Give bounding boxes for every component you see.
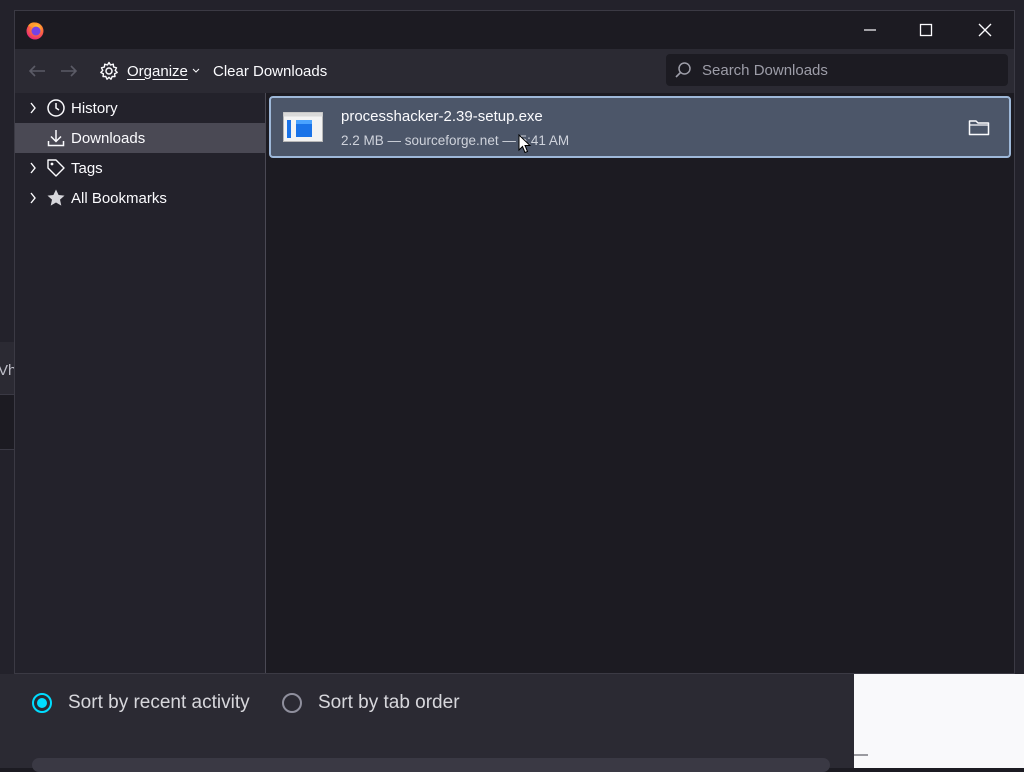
search-input[interactable] bbox=[700, 60, 1004, 80]
library-window: Organize Clear Downloads History Downloa… bbox=[14, 10, 1015, 674]
folder-icon bbox=[968, 120, 990, 136]
library-sidebar: History Downloads Tags All Bookmarks bbox=[15, 93, 266, 673]
panel-mark bbox=[854, 754, 868, 756]
search-box[interactable] bbox=[666, 54, 1008, 86]
tab-sort-panel: Sort by recent activity Sort by tab orde… bbox=[0, 674, 854, 768]
sidebar-item-label: Tags bbox=[71, 159, 103, 177]
sidebar-item-label: Downloads bbox=[71, 129, 146, 147]
download-filename: processhacker-2.39-setup.exe bbox=[341, 108, 543, 125]
sidebar-item-label: History bbox=[71, 99, 118, 117]
chevron-right-icon[interactable] bbox=[25, 102, 41, 114]
sidebar-item-history[interactable]: History bbox=[15, 93, 265, 123]
firefox-logo-icon bbox=[26, 22, 44, 40]
download-icon bbox=[45, 127, 67, 149]
sort-recent-label: Sort by recent activity bbox=[68, 692, 250, 713]
chevron-down-icon bbox=[192, 68, 200, 73]
chevron-right-icon[interactable] bbox=[25, 162, 41, 174]
background-white-panel bbox=[854, 674, 1024, 768]
gear-icon bbox=[100, 61, 118, 80]
sidebar-item-tags[interactable]: Tags bbox=[15, 153, 265, 183]
search-icon bbox=[675, 62, 691, 78]
mouse-cursor-icon bbox=[518, 134, 532, 154]
clear-downloads-button[interactable]: Clear Downloads bbox=[213, 57, 327, 85]
clear-downloads-label: Clear Downloads bbox=[213, 62, 328, 80]
download-meta: 2.2 MB — sourceforge.net — 5:41 AM bbox=[341, 133, 570, 148]
back-button[interactable] bbox=[24, 59, 50, 83]
sidebar-item-all-bookmarks[interactable]: All Bookmarks bbox=[15, 183, 265, 213]
back-arrow-icon bbox=[28, 65, 45, 77]
minimize-button[interactable] bbox=[841, 11, 899, 49]
radio-unselected-icon[interactable] bbox=[282, 693, 302, 713]
clock-icon bbox=[45, 97, 67, 119]
organize-label: Organize bbox=[127, 62, 188, 80]
close-icon bbox=[978, 23, 992, 37]
exe-file-icon bbox=[283, 112, 323, 142]
background-bar bbox=[32, 758, 830, 772]
star-icon bbox=[45, 187, 67, 209]
sort-tab-order-label: Sort by tab order bbox=[318, 692, 460, 713]
library-toolbar: Organize Clear Downloads bbox=[15, 49, 1014, 93]
show-in-folder-button[interactable] bbox=[967, 116, 991, 138]
chevron-right-icon[interactable] bbox=[25, 192, 41, 204]
download-item[interactable]: processhacker-2.39-setup.exe 2.2 MB — so… bbox=[269, 96, 1011, 158]
close-button[interactable] bbox=[956, 11, 1014, 49]
forward-arrow-icon bbox=[61, 65, 78, 77]
minimize-icon bbox=[864, 29, 876, 31]
maximize-button[interactable] bbox=[897, 11, 955, 49]
tag-icon bbox=[45, 157, 67, 179]
downloads-list: processhacker-2.39-setup.exe 2.2 MB — so… bbox=[266, 93, 1014, 673]
radio-selected-icon[interactable] bbox=[32, 693, 52, 713]
title-bar bbox=[15, 11, 1014, 49]
sort-recent-option[interactable]: Sort by recent activity bbox=[32, 692, 250, 714]
sort-tab-order-option[interactable]: Sort by tab order bbox=[282, 692, 460, 714]
maximize-icon bbox=[919, 23, 933, 37]
organize-button[interactable]: Organize bbox=[99, 57, 200, 85]
sidebar-item-label: All Bookmarks bbox=[71, 189, 167, 207]
forward-button[interactable] bbox=[56, 59, 82, 83]
sidebar-item-downloads[interactable]: Downloads bbox=[15, 123, 265, 153]
